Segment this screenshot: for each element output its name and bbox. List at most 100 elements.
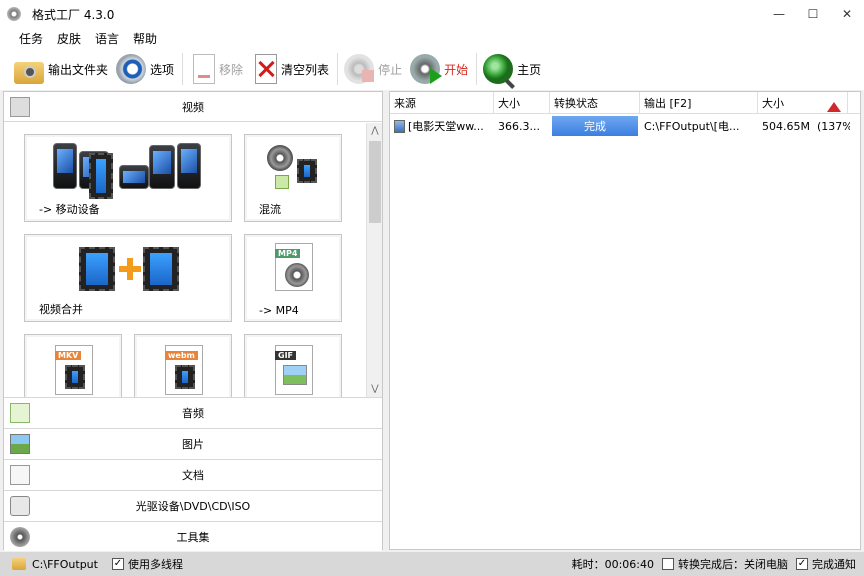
column-output-size[interactable]: 大小 xyxy=(758,92,848,114)
scroll-up-arrow-icon[interactable]: ⋀ xyxy=(367,123,383,139)
tile-mkv[interactable]: MKV xyxy=(24,334,122,397)
mux-icon xyxy=(267,145,319,193)
scroll-down-arrow-icon[interactable]: ⋁ xyxy=(367,381,383,397)
tile-mux[interactable]: 混流 xyxy=(244,134,342,222)
source-filename: [电影天堂ww... xyxy=(408,120,484,133)
disc-drive-icon xyxy=(10,496,30,516)
tile-mobile-device[interactable]: -> 移动设备 xyxy=(24,134,232,222)
category-optical-drive[interactable]: 光驱设备\DVD\CD\ISO xyxy=(4,490,382,520)
home-button[interactable]: 主页 xyxy=(483,51,549,87)
category-image-label: 图片 xyxy=(182,437,204,451)
window-title: 格式工厂 4.3.0 xyxy=(32,7,115,22)
clear-list-label: 清空列表 xyxy=(281,62,330,77)
close-button[interactable]: ✕ xyxy=(830,0,864,28)
webm-tag: webm xyxy=(165,351,198,360)
clear-list-button[interactable]: 清空列表 xyxy=(251,51,337,87)
cell-output-size: 504.65M (137%) xyxy=(758,116,850,136)
mobile-devices-icon xyxy=(53,141,203,201)
folder-icon xyxy=(12,558,26,570)
home-icon xyxy=(483,54,514,84)
notify-label: 完成通知 xyxy=(812,558,856,571)
start-label: 开始 xyxy=(444,62,469,77)
options-button[interactable]: 选项 xyxy=(116,51,182,87)
menu-language[interactable]: 语言 xyxy=(88,30,126,47)
stop-label: 停止 xyxy=(378,62,403,77)
cell-source: [电影天堂ww... xyxy=(390,116,494,136)
column-output[interactable]: 输出 [F2] xyxy=(640,92,758,114)
status-bar: C:\FFOutput ✓ 使用多线程 耗时：00:06:40 转换完成后：关闭… xyxy=(0,552,864,576)
mp4-file-icon: MP4 xyxy=(271,243,317,293)
stop-button[interactable]: 停止 xyxy=(344,51,410,87)
tile-webm[interactable]: webm xyxy=(134,334,232,397)
category-audio-label: 音频 xyxy=(182,406,204,420)
tools-scrollbar[interactable]: ⋀ ⋁ xyxy=(366,123,382,397)
menu-bar: 任务 皮肤 语言 帮助 xyxy=(0,28,864,48)
sort-arrow-icon xyxy=(827,102,841,112)
stop-icon xyxy=(344,54,375,84)
mkv-file-icon: MKV xyxy=(51,345,97,397)
video-category-icon xyxy=(10,97,30,117)
category-video[interactable]: 视频 xyxy=(4,92,382,122)
mkv-tag: MKV xyxy=(55,351,82,360)
tile-video-merge[interactable]: 视频合并 xyxy=(24,234,232,322)
column-output-size-label: 大小 xyxy=(762,97,784,110)
mp4-tag: MP4 xyxy=(275,249,301,258)
window-controls: — ☐ ✕ xyxy=(762,0,864,28)
category-panel: 视频 -> 移动设备 混流 视频合并 MP4 -> MP4 MKV webm G… xyxy=(3,91,383,551)
webm-file-icon: webm xyxy=(161,345,207,397)
multithread-checkbox[interactable]: ✓ xyxy=(111,558,124,570)
home-label: 主页 xyxy=(517,62,542,77)
category-document[interactable]: 文档 xyxy=(4,459,382,489)
category-image[interactable]: 图片 xyxy=(4,428,382,458)
remove-button[interactable]: 移除 xyxy=(189,51,251,87)
output-folder-button[interactable]: 输出文件夹 xyxy=(14,51,116,87)
document-icon xyxy=(10,465,30,485)
gif-file-icon: GIF xyxy=(271,345,317,397)
cell-output: C:\FFOutput\[电... xyxy=(644,120,740,133)
music-note-icon xyxy=(10,403,30,423)
menu-task[interactable]: 任务 xyxy=(12,30,50,47)
folder-icon xyxy=(14,62,44,84)
column-status[interactable]: 转换状态 xyxy=(550,92,640,114)
cell-size: 366.3... xyxy=(498,119,540,133)
column-size[interactable]: 大小 xyxy=(494,92,550,114)
category-toolbox[interactable]: 工具集 xyxy=(4,521,382,551)
category-document-label: 文档 xyxy=(182,468,204,482)
task-list-header: 来源 大小 转换状态 输出 [F2] 大小 xyxy=(390,92,860,114)
category-optical-label: 光驱设备\DVD\CD\ISO xyxy=(135,499,251,513)
menu-help[interactable]: 帮助 xyxy=(126,30,164,47)
toolbar-separator xyxy=(476,53,478,85)
tile-gif[interactable]: GIF xyxy=(244,334,342,397)
elapsed-time: 耗时：00:06:40 xyxy=(571,558,654,571)
category-audio[interactable]: 音频 xyxy=(4,397,382,427)
column-source[interactable]: 来源 xyxy=(390,92,494,114)
output-folder-label: 输出文件夹 xyxy=(48,62,109,77)
toolbar-separator xyxy=(182,53,184,85)
remove-label: 移除 xyxy=(219,62,244,77)
output-folder-path[interactable]: C:\FFOutput xyxy=(32,558,98,571)
category-video-label: 视频 xyxy=(182,100,204,114)
tile-mobile-label: -> 移动设备 xyxy=(39,203,100,216)
gif-tag: GIF xyxy=(275,351,297,360)
tile-mp4[interactable]: MP4 -> MP4 xyxy=(244,234,342,322)
toolbar: 输出文件夹 选项 移除 清空列表 停止 开始 主页 xyxy=(0,48,864,90)
scroll-thumb[interactable] xyxy=(369,141,381,223)
title-bar: 格式工厂 4.3.0 — ☐ ✕ xyxy=(0,0,864,28)
multithread-label: 使用多线程 xyxy=(127,558,183,571)
table-row[interactable]: [电影天堂ww... 366.3... 完成 C:\FFOutput\[电...… xyxy=(390,116,860,136)
menu-skin[interactable]: 皮肤 xyxy=(50,30,88,47)
start-button[interactable]: 开始 xyxy=(410,51,476,87)
app-logo-icon xyxy=(6,6,22,22)
notify-checkbox[interactable]: ✓ xyxy=(796,558,808,570)
video-merge-icon xyxy=(79,247,179,293)
tile-mp4-label: -> MP4 xyxy=(259,304,299,317)
shutdown-checkbox[interactable] xyxy=(662,558,674,570)
minimize-button[interactable]: — xyxy=(762,0,796,28)
toolbox-reel-icon xyxy=(10,527,30,547)
maximize-button[interactable]: ☐ xyxy=(796,0,830,28)
status-badge: 完成 xyxy=(552,116,638,136)
tile-merge-label: 视频合并 xyxy=(39,303,83,316)
tile-mux-label: 混流 xyxy=(259,203,281,216)
video-tools-grid: -> 移动设备 混流 视频合并 MP4 -> MP4 MKV webm GIF xyxy=(4,123,366,397)
picture-icon xyxy=(10,434,30,454)
